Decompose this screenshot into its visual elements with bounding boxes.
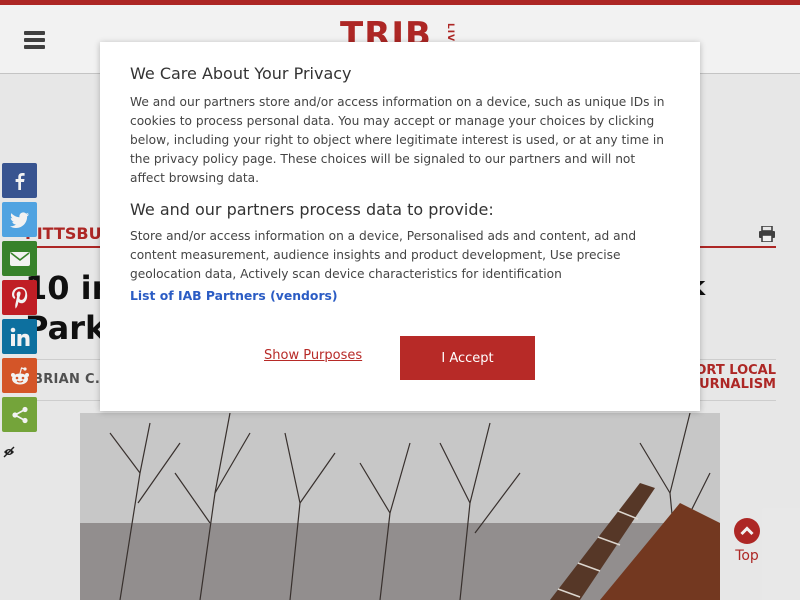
accept-button[interactable]: I Accept [400, 336, 535, 380]
consent-subtitle: We and our partners process data to prov… [130, 200, 494, 219]
consent-title: We Care About Your Privacy [130, 64, 352, 83]
consent-purposes: Store and/or access information on a dev… [130, 229, 637, 281]
privacy-consent-dialog: We Care About Your Privacy We and our pa… [100, 42, 700, 411]
vendors-link[interactable]: List of IAB Partners (vendors) [130, 288, 338, 303]
consent-body: We and our partners store and/or access … [130, 95, 665, 185]
consent-actions: Show Purposes I Accept [100, 336, 700, 380]
show-purposes-button[interactable]: Show Purposes [264, 348, 362, 363]
